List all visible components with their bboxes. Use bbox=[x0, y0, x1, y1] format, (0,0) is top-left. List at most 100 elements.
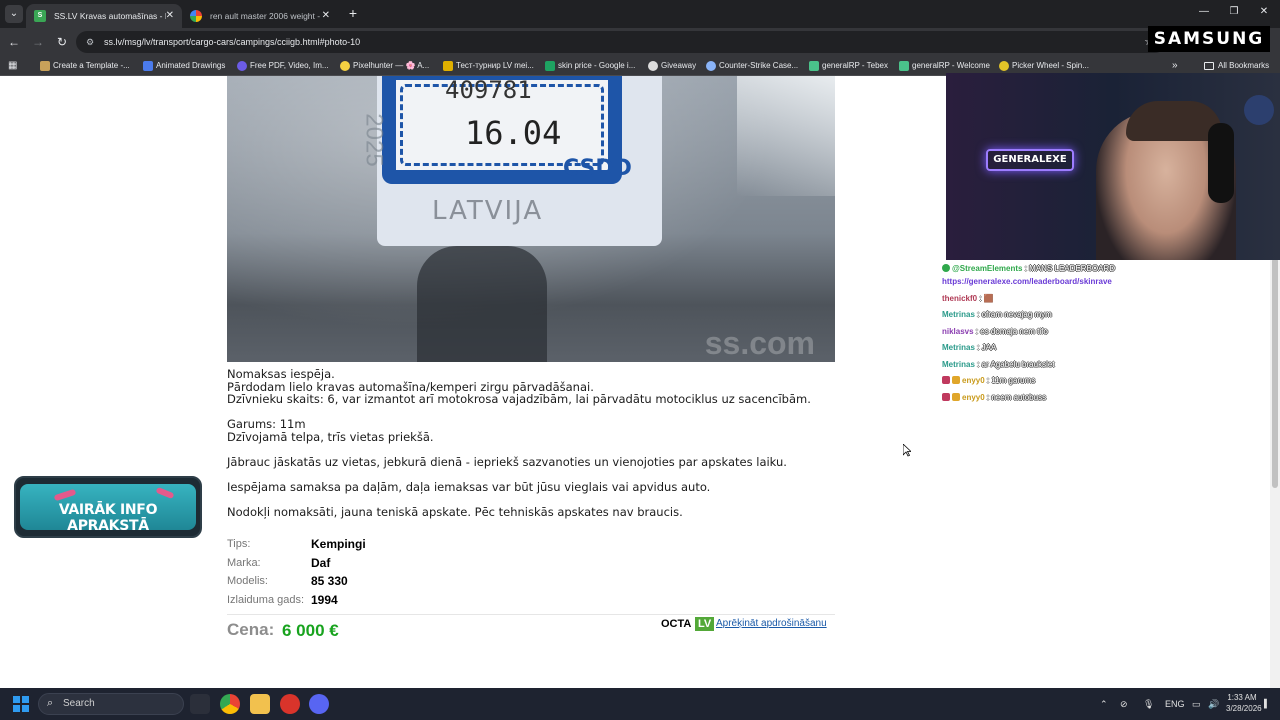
close-window-icon[interactable]: ✕ bbox=[1254, 6, 1274, 17]
bookmark-label: generalRP - Welcome bbox=[912, 61, 990, 70]
chat-message: Metrinas : ar Agabelu braukslet bbox=[942, 359, 1055, 371]
taskbar-search[interactable]: ⌕ Search bbox=[38, 693, 184, 715]
description-line: Jābrauc jāskatās uz vietas, jebkurā dien… bbox=[227, 454, 787, 469]
language-indicator[interactable]: ENG bbox=[1165, 688, 1185, 720]
chat-username: Metrinas bbox=[942, 310, 975, 319]
volume-icon[interactable]: 🔊 bbox=[1208, 688, 1219, 720]
bookmark-label: generalRP - Tebex bbox=[822, 61, 888, 70]
task-view-icon[interactable] bbox=[190, 694, 210, 714]
subscriber-badge-icon bbox=[942, 393, 950, 401]
spec-label: Izlaiduma gads: bbox=[227, 593, 305, 606]
mouse-cursor-icon bbox=[903, 444, 911, 457]
sponsor-logo: SAMSUNG bbox=[1148, 26, 1270, 52]
bookmark-label: Giveaway bbox=[661, 61, 697, 70]
sponsor-logo-text: SAMSUNG bbox=[1153, 29, 1265, 49]
photo-mirror-shadow bbox=[417, 246, 547, 362]
bookmark-label: Animated Drawings bbox=[156, 61, 226, 70]
restore-icon[interactable]: ❐ bbox=[1224, 6, 1244, 17]
sticker-country: LATVIJA bbox=[432, 196, 544, 226]
bookmark-favicon-icon bbox=[999, 61, 1009, 71]
chat-separator: : bbox=[977, 294, 984, 303]
tab-search-button[interactable]: ⌄ bbox=[5, 5, 23, 23]
price-divider bbox=[227, 614, 835, 615]
reload-icon[interactable]: ↻ bbox=[54, 34, 70, 50]
network-icon[interactable]: ⊘ bbox=[1120, 688, 1128, 720]
bookmark-item[interactable]: Pixelhunter — 🌸 A... bbox=[340, 56, 429, 76]
webcam-lamp bbox=[1244, 95, 1274, 125]
chat-text: JAA bbox=[981, 343, 997, 352]
bookmark-label: Free PDF, Video, Im... bbox=[250, 61, 329, 70]
chat-message: enyy0 : 11m garums bbox=[942, 375, 1035, 387]
csdd-logo: CSDD bbox=[563, 156, 632, 181]
spec-value[interactable]: Kempingi bbox=[311, 537, 366, 551]
bookmark-favicon-icon bbox=[143, 61, 153, 71]
forward-icon[interactable]: → bbox=[30, 34, 46, 50]
sticker-number: 409781 bbox=[445, 76, 532, 104]
bookmark-favicon-icon bbox=[340, 61, 350, 71]
description-line: Garums: 11m bbox=[227, 417, 306, 432]
chat-username: Metrinas bbox=[942, 343, 975, 352]
chat-text: ofram nevajag mym bbox=[981, 310, 1052, 319]
system-clock[interactable]: 1:33 AM 3/28/2026 bbox=[1226, 692, 1262, 714]
listing-photo[interactable]: 409781 16.04 CSDD LATVIJA 2025 ss.com bbox=[227, 76, 835, 362]
spec-value[interactable]: 85 330 bbox=[311, 574, 348, 588]
chrome-icon[interactable] bbox=[220, 694, 240, 714]
bookmark-label: Create a Template -... bbox=[53, 61, 130, 70]
minimize-icon[interactable]: — bbox=[1194, 6, 1214, 17]
scrollbar-thumb[interactable] bbox=[1272, 258, 1278, 488]
chat-text: ar Agabelu braukslet bbox=[981, 360, 1055, 369]
bookmark-favicon-icon bbox=[545, 61, 555, 71]
description-line: Dzīvojamā telpa, trīs vietas priekšā. bbox=[227, 429, 434, 444]
browser-tabstrip: ⌄ S SS.LV Kravas automašīnas - Kem ✕ ren… bbox=[0, 0, 1280, 28]
site-info-icon[interactable]: ⚙ bbox=[86, 36, 98, 48]
close-tab-icon[interactable]: ✕ bbox=[322, 4, 330, 28]
spec-label: Marka: bbox=[227, 556, 261, 569]
notification-icon[interactable]: ▌ bbox=[1264, 688, 1270, 720]
bookmark-favicon-icon bbox=[237, 61, 247, 71]
ss-favicon-icon: S bbox=[34, 10, 46, 22]
bookmark-favicon-icon bbox=[899, 61, 909, 71]
bookmark-item[interactable]: Free PDF, Video, Im... bbox=[237, 56, 329, 76]
bookmark-label: Pixelhunter — 🌸 A... bbox=[353, 61, 430, 70]
bookmark-item[interactable]: Create a Template -... bbox=[40, 56, 130, 76]
windows-start-icon[interactable] bbox=[13, 696, 29, 712]
chat-separator: : bbox=[974, 310, 982, 319]
microphone-icon[interactable]: 🎙 bbox=[1143, 688, 1154, 720]
display-icon[interactable]: ▭ bbox=[1192, 688, 1201, 720]
calculate-insurance-link[interactable]: Aprēķināt apdrošināšanu bbox=[716, 617, 827, 631]
tab-google-search[interactable]: ren ault master 2006 weight - G ✕ bbox=[182, 4, 338, 28]
spec-value[interactable]: Daf bbox=[311, 556, 330, 570]
spec-label: Modelis: bbox=[227, 575, 268, 587]
chat-message: thenickf0 : 🟫 bbox=[942, 293, 994, 305]
new-tab-button[interactable]: + bbox=[344, 4, 362, 22]
app-icon[interactable] bbox=[280, 694, 300, 714]
chat-username: Metrinas bbox=[942, 360, 975, 369]
file-explorer-icon[interactable] bbox=[250, 694, 270, 714]
bookmark-item[interactable]: Тест-турнир LV mei... bbox=[443, 56, 534, 76]
tray-chevron-icon[interactable]: ⌃ bbox=[1100, 688, 1108, 720]
back-icon[interactable]: ← bbox=[6, 34, 22, 50]
bookmark-item[interactable]: Giveaway bbox=[648, 56, 696, 76]
discord-icon[interactable] bbox=[309, 694, 329, 714]
description-line: Nomaksas iespēja. bbox=[227, 367, 335, 381]
tab-title: ren ault master 2006 weight - G bbox=[210, 11, 322, 21]
tab-ss-lv[interactable]: S SS.LV Kravas automašīnas - Kem ✕ bbox=[26, 4, 182, 28]
url-text[interactable]: ss.lv/msg/lv/transport/cargo-cars/campin… bbox=[104, 31, 360, 53]
address-bar[interactable]: ⚙ ss.lv/msg/lv/transport/cargo-cars/camp… bbox=[76, 31, 1166, 53]
chat-text: 11m garums bbox=[991, 376, 1036, 385]
chat-emote: 🟫 bbox=[983, 294, 994, 303]
windows-taskbar: ⌕ Search ⌃ ⊘ 🎙 ENG ▭ 🔊 1:33 AM 3/28/2026… bbox=[0, 688, 1280, 720]
folder-icon bbox=[1204, 62, 1214, 70]
close-tab-icon[interactable]: ✕ bbox=[166, 4, 174, 28]
price-label: Cena: bbox=[227, 620, 275, 639]
apps-grid-icon[interactable]: ▦ bbox=[8, 60, 19, 71]
chat-username: thenickf0 bbox=[942, 294, 978, 303]
clock-date: 3/28/2026 bbox=[1226, 704, 1262, 713]
search-icon: ⌕ bbox=[47, 697, 54, 709]
bookmark-item[interactable]: Animated Drawings bbox=[143, 56, 225, 76]
bookmark-item[interactable]: Counter-Strike Case... bbox=[706, 56, 798, 76]
bookmark-item[interactable]: skin price - Google i... bbox=[545, 56, 635, 76]
spec-label: Tips: bbox=[227, 538, 251, 550]
bookmark-item[interactable]: generalRP - Tebex bbox=[809, 56, 888, 76]
chat-separator: : bbox=[974, 343, 982, 352]
